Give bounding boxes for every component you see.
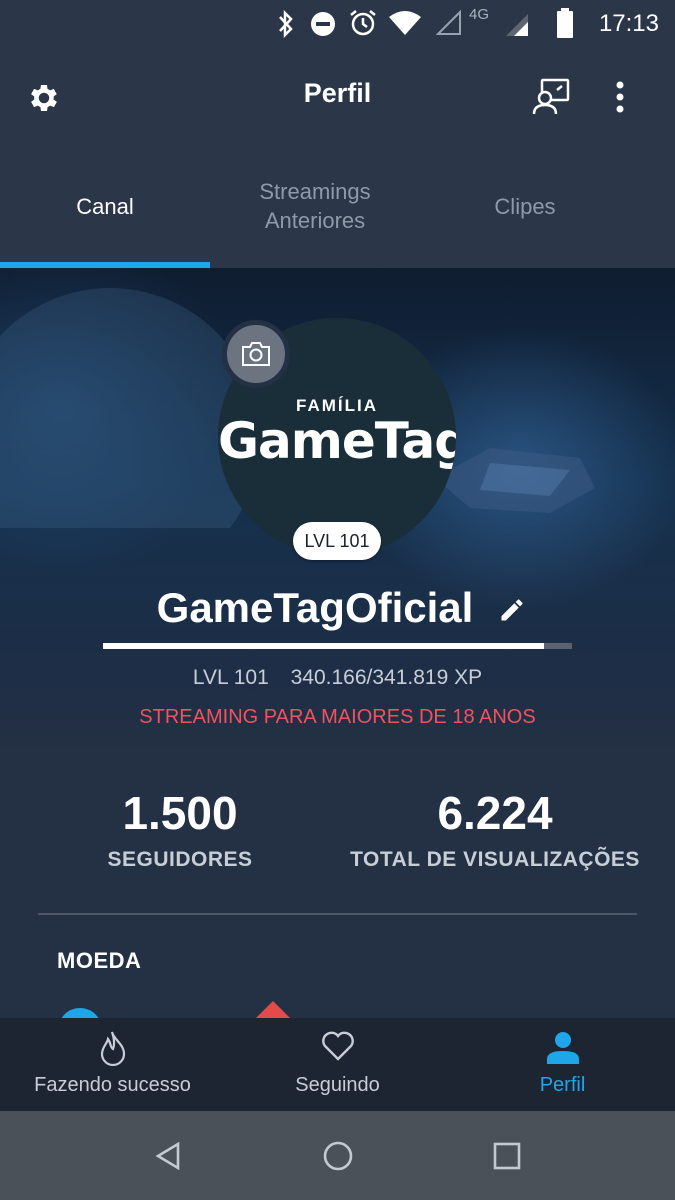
avatar-logo-main: GameTag xyxy=(218,412,456,470)
cast-profile-icon xyxy=(532,78,570,115)
nav-seguindo[interactable]: Seguindo xyxy=(225,1018,450,1111)
divider xyxy=(38,913,637,915)
flame-icon xyxy=(100,1031,125,1066)
network-type: 4G xyxy=(469,6,490,23)
more-vert-icon xyxy=(616,81,624,113)
tab-bar: Canal Streamings Anteriores Clipes xyxy=(0,144,675,268)
recents-icon[interactable] xyxy=(493,1142,521,1170)
tab-label: Clipes xyxy=(494,193,556,219)
username: GameTagOficial xyxy=(156,584,474,631)
tab-label: Streamings Anteriores xyxy=(259,179,371,233)
nav-perfil[interactable]: Perfil xyxy=(450,1018,675,1111)
signal-4g-icon xyxy=(506,14,528,36)
system-nav-bar xyxy=(0,1111,675,1200)
tab-streamings-anteriores[interactable]: Streamings Anteriores xyxy=(210,144,420,268)
followers-label: SEGUIDORES xyxy=(107,848,253,871)
xp-text: 340.166/341.819 XP xyxy=(290,666,483,689)
nav-label: Fazendo sucesso xyxy=(34,1074,191,1096)
bottom-nav: Fazendo sucesso Seguindo Perfil xyxy=(0,1018,675,1111)
alarm-icon xyxy=(350,10,376,36)
followers-count: 1.500 xyxy=(122,787,238,839)
app-bar: Perfil xyxy=(0,48,675,144)
xp-progress-fill xyxy=(103,643,544,649)
tab-label: Canal xyxy=(76,193,134,219)
home-icon[interactable] xyxy=(322,1140,354,1172)
age-warning: STREAMING PARA MAIORES DE 18 ANOS xyxy=(139,706,536,728)
tab-clipes[interactable]: Clipes xyxy=(420,144,630,268)
person-icon xyxy=(546,1032,579,1064)
battery-icon xyxy=(557,8,573,38)
views-count: 6.224 xyxy=(437,787,553,839)
wifi-icon xyxy=(389,11,421,35)
xp-info: LVL 101 340.166/341.819 XP xyxy=(0,666,675,690)
level-text: LVL 101 xyxy=(192,666,269,689)
currency-title: MOEDA xyxy=(57,948,142,973)
edit-username-button[interactable] xyxy=(498,596,526,629)
nav-label: Seguindo xyxy=(295,1074,380,1096)
clock: 17:13 xyxy=(598,10,659,37)
change-photo-button[interactable] xyxy=(222,320,290,388)
views-label: TOTAL DE VISUALIZAÇÕES xyxy=(350,848,640,871)
nav-label: Perfil xyxy=(539,1074,586,1096)
signal-empty-icon xyxy=(436,10,461,35)
level-badge: LVL 101 xyxy=(293,522,381,560)
camera-icon xyxy=(242,342,270,366)
do-not-disturb-icon xyxy=(311,12,335,36)
status-bar: 4G 17:13 xyxy=(0,0,675,48)
bluetooth-icon xyxy=(279,10,293,38)
back-icon[interactable] xyxy=(154,1141,182,1171)
heart-icon xyxy=(321,1031,354,1061)
nav-fazendo-sucesso[interactable]: Fazendo sucesso xyxy=(0,1018,225,1111)
tab-canal[interactable]: Canal xyxy=(0,144,210,268)
cast-profile-button[interactable] xyxy=(526,72,576,122)
pencil-icon xyxy=(501,599,523,621)
more-options-button[interactable] xyxy=(598,72,642,122)
